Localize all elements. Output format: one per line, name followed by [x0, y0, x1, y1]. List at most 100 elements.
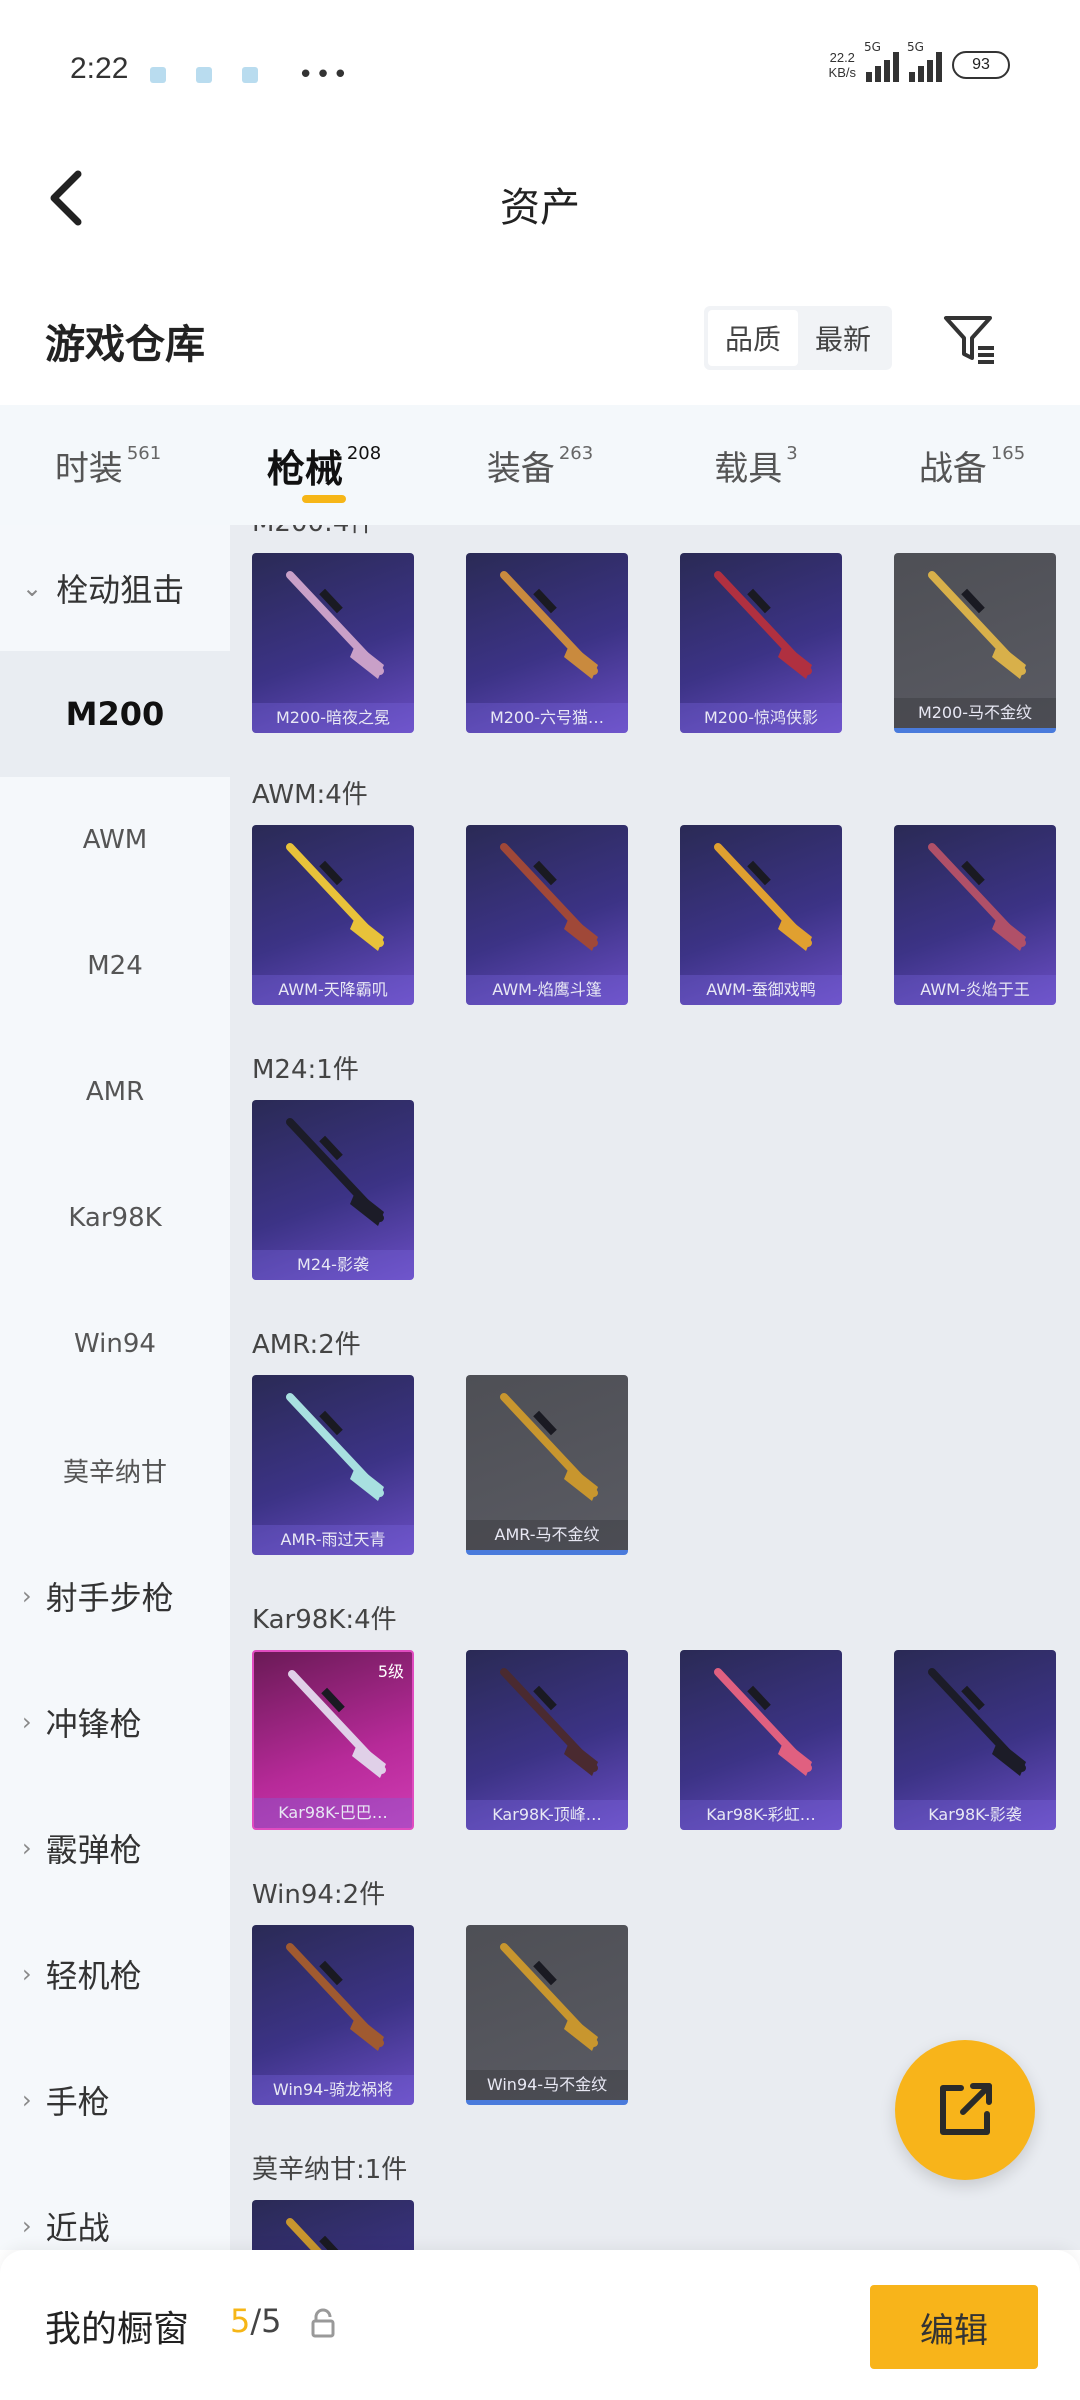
- sidebar-item-kar98k[interactable]: Kar98K: [0, 1155, 230, 1281]
- rifle-icon: [286, 2218, 343, 2250]
- weapon-card-row: [252, 2200, 1062, 2250]
- weapon-group: AMR:2件 AMR-雨过天青 AMR-马不金纹: [252, 1325, 1062, 1555]
- weapon-card[interactable]: M200-六号猫…: [466, 553, 628, 733]
- bottom-bar: 我的橱窗 5/5 编辑: [0, 2250, 1080, 2400]
- chevron-right-icon: ›: [22, 1582, 32, 1610]
- sidebar-category-melee[interactable]: › 近战: [0, 2163, 230, 2250]
- weapon-card[interactable]: M200-惊鸿侠影: [680, 553, 842, 733]
- sidebar-category-shotgun[interactable]: › 霰弹枪: [0, 1785, 230, 1911]
- rifle-icon: [928, 1668, 1026, 1776]
- edit-button[interactable]: 编辑: [870, 2285, 1038, 2369]
- weapon-card[interactable]: Kar98K-顶峰…: [466, 1650, 628, 1830]
- sidebar-category-smg[interactable]: › 冲锋枪: [0, 1659, 230, 1785]
- sidebar-item-awm[interactable]: AWM: [0, 777, 230, 903]
- chevron-right-icon: ›: [22, 1960, 32, 1988]
- weapon-card-name: M200-惊鸿侠影: [680, 703, 842, 733]
- rifle-icon: [714, 843, 812, 951]
- rifle-icon: [500, 1668, 598, 1776]
- rifle-icon: [286, 571, 384, 679]
- weapon-card-row: M24-影袭: [252, 1100, 1062, 1280]
- weapon-card-name: AMR-马不金纹: [466, 1520, 628, 1550]
- weapon-card-row: M200-暗夜之冕 M200-六号猫… M200-惊鸿侠影 M200-马不金纹: [252, 553, 1062, 733]
- share-fab-button[interactable]: [895, 2040, 1035, 2180]
- sidebar-category-pistol[interactable]: › 手枪: [0, 2037, 230, 2163]
- sidebar-item-win94[interactable]: Win94: [0, 1281, 230, 1407]
- filter-button[interactable]: [940, 310, 998, 368]
- weapon-card-name: Kar98K-巴巴…: [254, 1798, 412, 1828]
- share-external-icon: [940, 2083, 992, 2135]
- tab-supplies[interactable]: 战备 165: [864, 405, 1080, 525]
- sidebar-item-m200[interactable]: M200: [0, 651, 230, 777]
- sidebar-category-dmr[interactable]: › 射手步枪: [0, 1533, 230, 1659]
- sort-latest-option[interactable]: 最新: [798, 310, 888, 366]
- weapon-card[interactable]: M24-影袭: [252, 1100, 414, 1280]
- weapon-card[interactable]: 5级 Kar98K-巴巴…: [252, 1650, 414, 1830]
- more-notifications-icon: •••: [298, 60, 351, 90]
- rifle-icon: [286, 1393, 384, 1501]
- weapon-card-name: Kar98K-影袭: [894, 1800, 1056, 1830]
- rifle-icon: [928, 843, 1026, 951]
- warehouse-row: 游戏仓库 品质 最新: [0, 280, 1080, 400]
- weapon-card[interactable]: [252, 2200, 414, 2250]
- lock-icon: [311, 2308, 335, 2338]
- header: 资产: [0, 140, 1080, 260]
- weapon-card-name: M200-马不金纹: [894, 698, 1056, 728]
- weapon-card-name: AWM-蚕御戏鸭: [680, 975, 842, 1005]
- weapon-group: M200:4件 M200-暗夜之冕 M200-六号猫… M200-惊鸿侠影 M200-马…: [252, 525, 1062, 733]
- weapon-grid: M200:4件 M200-暗夜之冕 M200-六号猫… M200-惊鸿侠影 M200-马…: [230, 525, 1080, 2250]
- sort-quality-option[interactable]: 品质: [708, 310, 798, 366]
- weapon-card[interactable]: Win94-马不金纹: [466, 1925, 628, 2105]
- sidebar-item-amr[interactable]: AMR: [0, 1029, 230, 1155]
- status-bar: 2:22 ••• 22.2 KB/s 5G 5G 93: [0, 0, 1080, 140]
- notification-icons: •••: [150, 60, 350, 90]
- weapon-card-name: Kar98K-彩虹…: [680, 1800, 842, 1830]
- sort-toggle: 品质 最新: [704, 306, 892, 370]
- sidebar-category-lmg[interactable]: › 轻机枪: [0, 1911, 230, 2037]
- rifle-icon: [714, 1668, 812, 1776]
- weapon-card-name: AWM-焰鹰斗篷: [466, 975, 628, 1005]
- weapon-card[interactable]: Win94-骑龙祸将: [252, 1925, 414, 2105]
- tab-vehicles[interactable]: 载具 3: [648, 405, 864, 525]
- notification-icon: [150, 67, 166, 83]
- chevron-right-icon: ›: [22, 2212, 32, 2240]
- rifle-icon: [500, 1943, 598, 2051]
- status-right: 22.2 KB/s 5G 5G 93: [829, 40, 1010, 82]
- tab-equipment[interactable]: 装备 263: [432, 405, 648, 525]
- active-tab-indicator: [302, 495, 346, 503]
- weapon-level-badge: 5级: [377, 1662, 404, 1681]
- weapon-card-name: M24-影袭: [252, 1250, 414, 1280]
- weapon-card[interactable]: AWM-焰鹰斗篷: [466, 825, 628, 1005]
- rifle-icon: [286, 1118, 384, 1226]
- sidebar-item-mosin[interactable]: 莫辛纳甘: [0, 1407, 230, 1533]
- weapon-card-name: AMR-雨过天青: [252, 1525, 414, 1555]
- weapon-sidebar: ⌄ 栓动狙击 M200 AWM M24 AMR Kar98K Win94 莫辛纳…: [0, 525, 230, 2250]
- rifle-icon: [500, 571, 598, 679]
- rifle-icon: [500, 843, 598, 951]
- weapon-card[interactable]: AMR-马不金纹: [466, 1375, 628, 1555]
- weapon-card[interactable]: AMR-雨过天青: [252, 1375, 414, 1555]
- chevron-right-icon: ›: [22, 1708, 32, 1736]
- tab-firearms[interactable]: 枪械 208: [216, 405, 432, 525]
- notification-icon: [242, 67, 258, 83]
- tab-fashion[interactable]: 时装 561: [0, 405, 216, 525]
- rifle-icon: [500, 1393, 598, 1501]
- weapon-card[interactable]: Kar98K-彩虹…: [680, 1650, 842, 1830]
- weapon-card[interactable]: M200-暗夜之冕: [252, 553, 414, 733]
- chevron-right-icon: ›: [22, 2086, 32, 2114]
- weapon-group: Kar98K:4件 5级 Kar98K-巴巴… Kar98K-顶峰… Kar98K-彩虹…: [252, 1600, 1062, 1830]
- filter-icon: [944, 316, 994, 364]
- category-tabs: 时装 561 枪械 208 装备 263 载具 3 战备 165: [0, 405, 1080, 525]
- sidebar-item-m24[interactable]: M24: [0, 903, 230, 1029]
- weapon-group-label: Kar98K:4件: [252, 1605, 397, 1635]
- signal-icon: 5G: [864, 40, 899, 82]
- weapon-group-label: Win94:2件: [252, 1880, 386, 1910]
- weapon-card[interactable]: M200-马不金纹: [894, 553, 1056, 733]
- weapon-card[interactable]: Kar98K-影袭: [894, 1650, 1056, 1830]
- signal-icon: 5G: [907, 40, 942, 82]
- rifle-icon: [928, 571, 1026, 679]
- sidebar-category-bolt-action[interactable]: ⌄ 栓动狙击: [0, 525, 230, 651]
- weapon-card[interactable]: AWM-炎焰于王: [894, 825, 1056, 1005]
- weapon-card[interactable]: AWM-天降霸叽: [252, 825, 414, 1005]
- weapon-card[interactable]: AWM-蚕御戏鸭: [680, 825, 842, 1005]
- weapon-group-label: AMR:2件: [252, 1330, 361, 1360]
